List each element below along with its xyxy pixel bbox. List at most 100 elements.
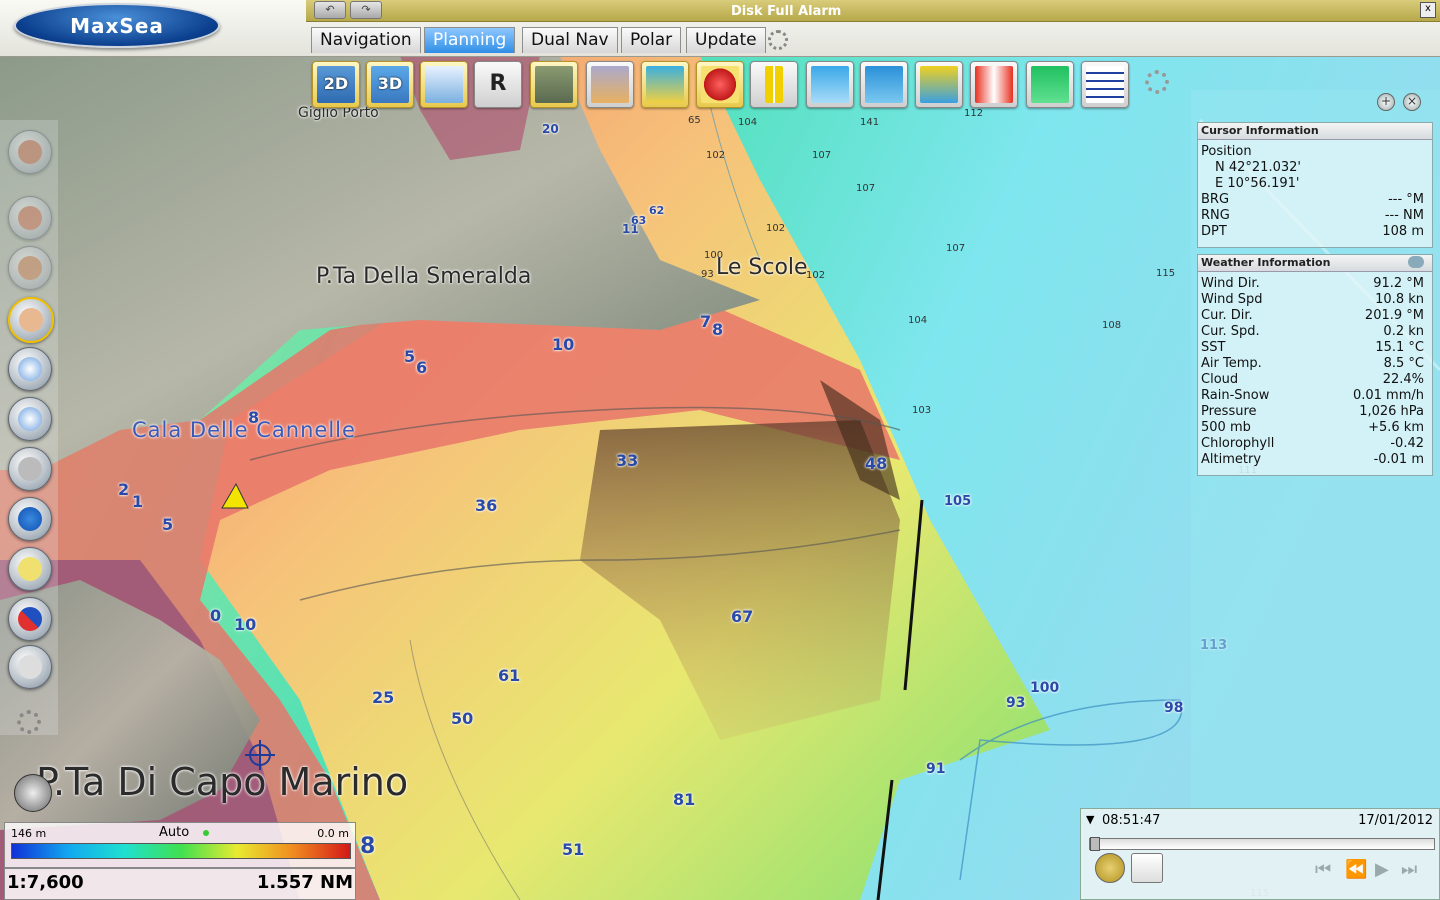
cur-dir-value: 201.9 °M xyxy=(1364,308,1424,323)
small-sounding: 115 xyxy=(1156,268,1176,279)
small-sounding: 102 xyxy=(766,223,786,234)
terrain-button[interactable] xyxy=(641,61,689,108)
wind-barbs-icon xyxy=(1031,66,1069,103)
air-temp-label: Air Temp. xyxy=(1201,356,1262,371)
cloud-label: Cloud xyxy=(1201,372,1239,387)
boat-track-button[interactable] xyxy=(8,246,52,290)
tide-gauge-button[interactable] xyxy=(750,61,798,108)
home-button[interactable] xyxy=(8,645,52,689)
boat-edit-icon xyxy=(18,206,42,230)
depth-sounding: 2 xyxy=(118,480,130,499)
weather-info-title: Weather Information xyxy=(1198,255,1432,272)
small-sounding: 103 xyxy=(912,405,932,416)
depth-sounding: 48 xyxy=(865,454,888,473)
pan-hand-button[interactable] xyxy=(8,297,54,343)
tab-navigation[interactable]: Navigation xyxy=(311,27,421,53)
windsock-button[interactable] xyxy=(970,61,1018,108)
image-button[interactable] xyxy=(586,61,634,108)
redo-button[interactable]: ↷ xyxy=(350,1,382,19)
close-panel-button[interactable]: × xyxy=(1403,93,1421,111)
tab-dual-nav[interactable]: Dual Nav xyxy=(522,27,618,53)
table-button[interactable] xyxy=(1081,61,1129,108)
satellite-photo-button[interactable] xyxy=(530,61,578,108)
depth-sounding: 67 xyxy=(731,607,754,626)
air-temp-value: 8.5 °C xyxy=(1383,356,1424,371)
gear-icon[interactable] xyxy=(768,30,788,50)
cloud-value: 22.4% xyxy=(1382,372,1424,387)
dividers-icon xyxy=(18,457,42,481)
depth-sounding: 5 xyxy=(404,347,416,366)
wind-arrows-button[interactable] xyxy=(860,61,908,108)
cursor-info-box: Cursor Information Position N 42°21.032'… xyxy=(1197,122,1433,248)
undo-button[interactable]: ↶ xyxy=(314,1,346,19)
compass-button[interactable] xyxy=(8,597,52,641)
center-boat-button[interactable] xyxy=(8,497,52,541)
time-clock: 08:51:47 xyxy=(1102,813,1161,828)
small-sounding: 100 xyxy=(704,250,724,261)
depth-sounding: 50 xyxy=(451,709,474,728)
time-slider[interactable] xyxy=(1089,837,1435,851)
clock-icon[interactable] xyxy=(1095,853,1125,883)
depth-sounding: 98 xyxy=(1164,700,1184,716)
home-icon xyxy=(18,655,42,679)
north-arrow-icon[interactable] xyxy=(14,774,52,812)
wind-spd-value: 10.8 kn xyxy=(1375,292,1424,307)
route-tool-button[interactable] xyxy=(8,547,52,591)
route-button[interactable] xyxy=(696,61,744,108)
download-icon xyxy=(920,66,958,103)
wind-dir-value: 91.2 °M xyxy=(1373,276,1424,291)
image-icon xyxy=(591,66,629,103)
current-button[interactable] xyxy=(806,61,854,108)
wind-barbs-button[interactable] xyxy=(1026,61,1074,108)
small-sounding: 104 xyxy=(908,315,928,326)
tab-planning[interactable]: Planning xyxy=(424,27,516,53)
chlorophyll-label: Chlorophyll xyxy=(1201,436,1275,451)
depth-color-scale[interactable]: 146 m Auto 0.0 m xyxy=(4,822,356,868)
boat-track-icon xyxy=(18,256,42,280)
collapse-arrow-icon[interactable]: ▼ xyxy=(1086,813,1094,826)
hand-icon xyxy=(19,308,43,332)
step-back-icon[interactable]: ⏪ xyxy=(1345,859,1367,880)
chart-overlay-button[interactable] xyxy=(420,61,468,108)
settings-gear-icon[interactable] xyxy=(1145,70,1169,94)
time-control-panel: ▼ 08:51:47 17/01/2012 ⏮ ⏪ ▶ ⏭ xyxy=(1080,808,1440,900)
zoom-in-button[interactable] xyxy=(8,347,52,391)
table-icon xyxy=(1086,66,1124,103)
weather-cloud-icon[interactable] xyxy=(1408,256,1424,268)
alarm-bar: ↶ ↷ Disk Full Alarm x xyxy=(306,0,1440,22)
tide-gauge-icon xyxy=(765,66,783,103)
sst-value: 15.1 °C xyxy=(1375,340,1424,355)
tab-polar[interactable]: Polar xyxy=(621,27,682,53)
route-tool-icon xyxy=(18,557,42,581)
boat-icon xyxy=(18,140,42,164)
depth-sounding: 8 xyxy=(248,408,260,427)
left-settings-gear-icon[interactable] xyxy=(17,710,41,734)
small-sounding: 102 xyxy=(706,150,726,161)
tab-update[interactable]: Update xyxy=(686,27,766,53)
view-2d-button[interactable]: 2D xyxy=(312,61,360,108)
boat-tool-button[interactable] xyxy=(8,130,52,174)
dividers-button[interactable] xyxy=(8,447,52,491)
depth-sounding: 20 xyxy=(542,122,559,136)
raster-button[interactable]: R xyxy=(474,61,522,108)
download-button[interactable] xyxy=(915,61,963,108)
calendar-icon[interactable] xyxy=(1131,853,1163,883)
skip-back-icon[interactable]: ⏮ xyxy=(1315,859,1331,880)
depth-sounding: 8 xyxy=(712,320,724,339)
depth-sounding: 10 xyxy=(552,335,575,354)
slider-handle[interactable] xyxy=(1090,837,1100,851)
skip-forward-icon[interactable]: ⏭ xyxy=(1401,859,1417,880)
raster-icon: R xyxy=(489,71,507,96)
top-bar: ↶ ↷ Disk Full Alarm x MaxSea Navigation … xyxy=(0,0,1440,57)
view-3d-button[interactable]: 3D xyxy=(366,61,414,108)
boat-edit-button[interactable] xyxy=(8,196,52,240)
altimetry-value: -0.01 m xyxy=(1373,452,1424,467)
zoom-out-button[interactable] xyxy=(8,397,52,441)
depth-sounding: 5 xyxy=(162,515,174,534)
windsock-icon xyxy=(975,66,1013,103)
add-panel-button[interactable]: + xyxy=(1377,93,1395,111)
small-sounding: 107 xyxy=(946,243,966,254)
play-icon[interactable]: ▶ xyxy=(1375,859,1389,880)
close-window-button[interactable]: x xyxy=(1420,2,1436,18)
depth-sounding: 0 xyxy=(210,606,222,625)
